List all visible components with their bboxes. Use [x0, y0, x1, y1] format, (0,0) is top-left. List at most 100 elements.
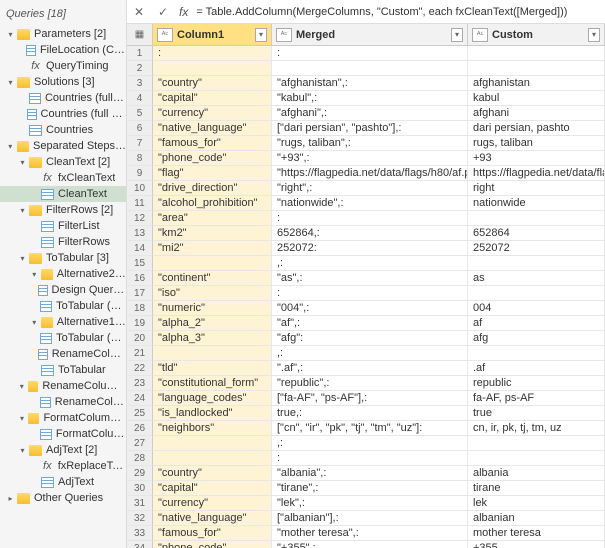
tree-item[interactable]: Countries (full UI) — [0, 90, 126, 106]
cell[interactable]: "tld" — [153, 361, 272, 376]
table-row[interactable]: 28: — [127, 451, 605, 466]
cell[interactable]: "native_language" — [153, 121, 272, 136]
row-number[interactable]: 19 — [127, 316, 153, 331]
cell[interactable]: "numeric" — [153, 301, 272, 316]
tree-item[interactable]: fxQueryTiming — [0, 58, 126, 74]
cell[interactable]: "004",: — [272, 301, 468, 316]
tree-item[interactable]: RenameColumns — [0, 394, 126, 410]
row-number[interactable]: 16 — [127, 271, 153, 286]
row-number[interactable]: 27 — [127, 436, 153, 451]
cell[interactable]: cn, ir, pk, tj, tm, uz — [468, 421, 605, 436]
cell[interactable]: "alpha_2" — [153, 316, 272, 331]
row-number[interactable]: 34 — [127, 541, 153, 548]
table-row[interactable]: 31"currency""lek",:lek — [127, 496, 605, 511]
cell[interactable]: "capital" — [153, 91, 272, 106]
tree-item[interactable]: ▾AdjText [2] — [0, 442, 126, 458]
table-row[interactable]: 32"native_language"["albanian"],:albania… — [127, 511, 605, 526]
cell[interactable]: "phone_code" — [153, 151, 272, 166]
cell[interactable]: right — [468, 181, 605, 196]
datatype-icon[interactable]: ᴬᶜ — [276, 28, 292, 42]
cell[interactable]: "afghanistan",: — [272, 76, 468, 91]
table-row[interactable]: 19"alpha_2""af",:af — [127, 316, 605, 331]
tree-item[interactable]: Countries — [0, 122, 126, 138]
cell[interactable]: afghani — [468, 106, 605, 121]
cell[interactable]: ,: — [272, 436, 468, 451]
cell[interactable]: af — [468, 316, 605, 331]
cell[interactable]: "right",: — [272, 181, 468, 196]
table-row[interactable]: 8"phone_code""+93",:+93 — [127, 151, 605, 166]
table-row[interactable]: 25"is_landlocked"true,:true — [127, 406, 605, 421]
formula-commit-icon[interactable]: ✓ — [155, 4, 171, 20]
cell[interactable]: "neighbors" — [153, 421, 272, 436]
tree-item[interactable]: ▾Solutions [3] — [0, 74, 126, 90]
cell[interactable] — [272, 61, 468, 76]
cell[interactable]: albanian — [468, 511, 605, 526]
row-number[interactable]: 20 — [127, 331, 153, 346]
cell[interactable]: "https://flagpedia.net/data/flags/h80/af… — [272, 166, 468, 181]
cell[interactable]: "rugs, taliban",: — [272, 136, 468, 151]
cell[interactable]: true — [468, 406, 605, 421]
cell[interactable] — [468, 61, 605, 76]
cell[interactable]: : — [272, 46, 468, 61]
table-row[interactable]: 18"numeric""004",:004 — [127, 301, 605, 316]
table-row[interactable]: 33"famous_for""mother teresa",:mother te… — [127, 526, 605, 541]
cell[interactable]: "currency" — [153, 106, 272, 121]
cell[interactable] — [468, 346, 605, 361]
row-number[interactable]: 7 — [127, 136, 153, 151]
row-number[interactable]: 2 — [127, 61, 153, 76]
grid-body[interactable]: 1::23"country""afghanistan",:afghanistan… — [127, 46, 605, 548]
cell[interactable]: : — [153, 46, 272, 61]
cell[interactable]: "afghani",: — [272, 106, 468, 121]
row-number[interactable]: 3 — [127, 76, 153, 91]
row-number[interactable]: 9 — [127, 166, 153, 181]
row-number[interactable]: 31 — [127, 496, 153, 511]
cell[interactable]: "as",: — [272, 271, 468, 286]
cell[interactable]: lek — [468, 496, 605, 511]
tree-item[interactable]: Design Query_Trans... — [0, 282, 126, 298]
table-row[interactable]: 20"alpha_3""afg":afg — [127, 331, 605, 346]
tree-item[interactable]: AdjText — [0, 474, 126, 490]
column-header[interactable]: ᴬ¹Custom▾ — [468, 24, 605, 45]
cell[interactable]: 652864 — [468, 226, 605, 241]
cell[interactable]: ["albanian"],: — [272, 511, 468, 526]
table-row[interactable]: 14"mi2"252072:252072 — [127, 241, 605, 256]
filter-dropdown-icon[interactable]: ▾ — [451, 28, 463, 42]
row-number[interactable]: 18 — [127, 301, 153, 316]
filter-dropdown-icon[interactable]: ▾ — [588, 28, 600, 42]
row-number[interactable]: 28 — [127, 451, 153, 466]
cell[interactable]: "mother teresa",: — [272, 526, 468, 541]
cell[interactable] — [468, 286, 605, 301]
table-row[interactable]: 10"drive_direction""right",:right — [127, 181, 605, 196]
table-row[interactable]: 17"iso": — [127, 286, 605, 301]
cell[interactable] — [468, 451, 605, 466]
cell[interactable]: "flag" — [153, 166, 272, 181]
row-number[interactable]: 24 — [127, 391, 153, 406]
tree-item[interactable]: FilterList — [0, 218, 126, 234]
table-row[interactable]: 5"currency""afghani",:afghani — [127, 106, 605, 121]
cell[interactable]: afg — [468, 331, 605, 346]
row-number[interactable]: 26 — [127, 421, 153, 436]
tree-item[interactable]: ▾Alternative2 [2] — [0, 266, 126, 282]
tree-item[interactable]: RenameColumns (A... — [0, 346, 126, 362]
row-number[interactable]: 22 — [127, 361, 153, 376]
cell[interactable]: "language_codes" — [153, 391, 272, 406]
row-number[interactable]: 6 — [127, 121, 153, 136]
tree-item[interactable]: fxfxReplaceText — [0, 458, 126, 474]
cell[interactable]: "country" — [153, 76, 272, 91]
cell[interactable]: +93 — [468, 151, 605, 166]
cell[interactable]: "drive_direction" — [153, 181, 272, 196]
cell[interactable]: "continent" — [153, 271, 272, 286]
row-number[interactable]: 11 — [127, 196, 153, 211]
cell[interactable]: "alcohol_prohibition" — [153, 196, 272, 211]
cell[interactable]: "tirane",: — [272, 481, 468, 496]
cell[interactable]: "country" — [153, 466, 272, 481]
formula-input[interactable] — [196, 6, 601, 18]
cell[interactable]: .af — [468, 361, 605, 376]
tree-item[interactable]: ▾FormatColumns [1] — [0, 410, 126, 426]
tree-item[interactable]: CleanText — [0, 186, 126, 202]
cell[interactable]: nationwide — [468, 196, 605, 211]
table-row[interactable]: 22"tld"".af",:.af — [127, 361, 605, 376]
cell[interactable] — [153, 61, 272, 76]
row-number[interactable]: 1 — [127, 46, 153, 61]
row-number[interactable]: 8 — [127, 151, 153, 166]
